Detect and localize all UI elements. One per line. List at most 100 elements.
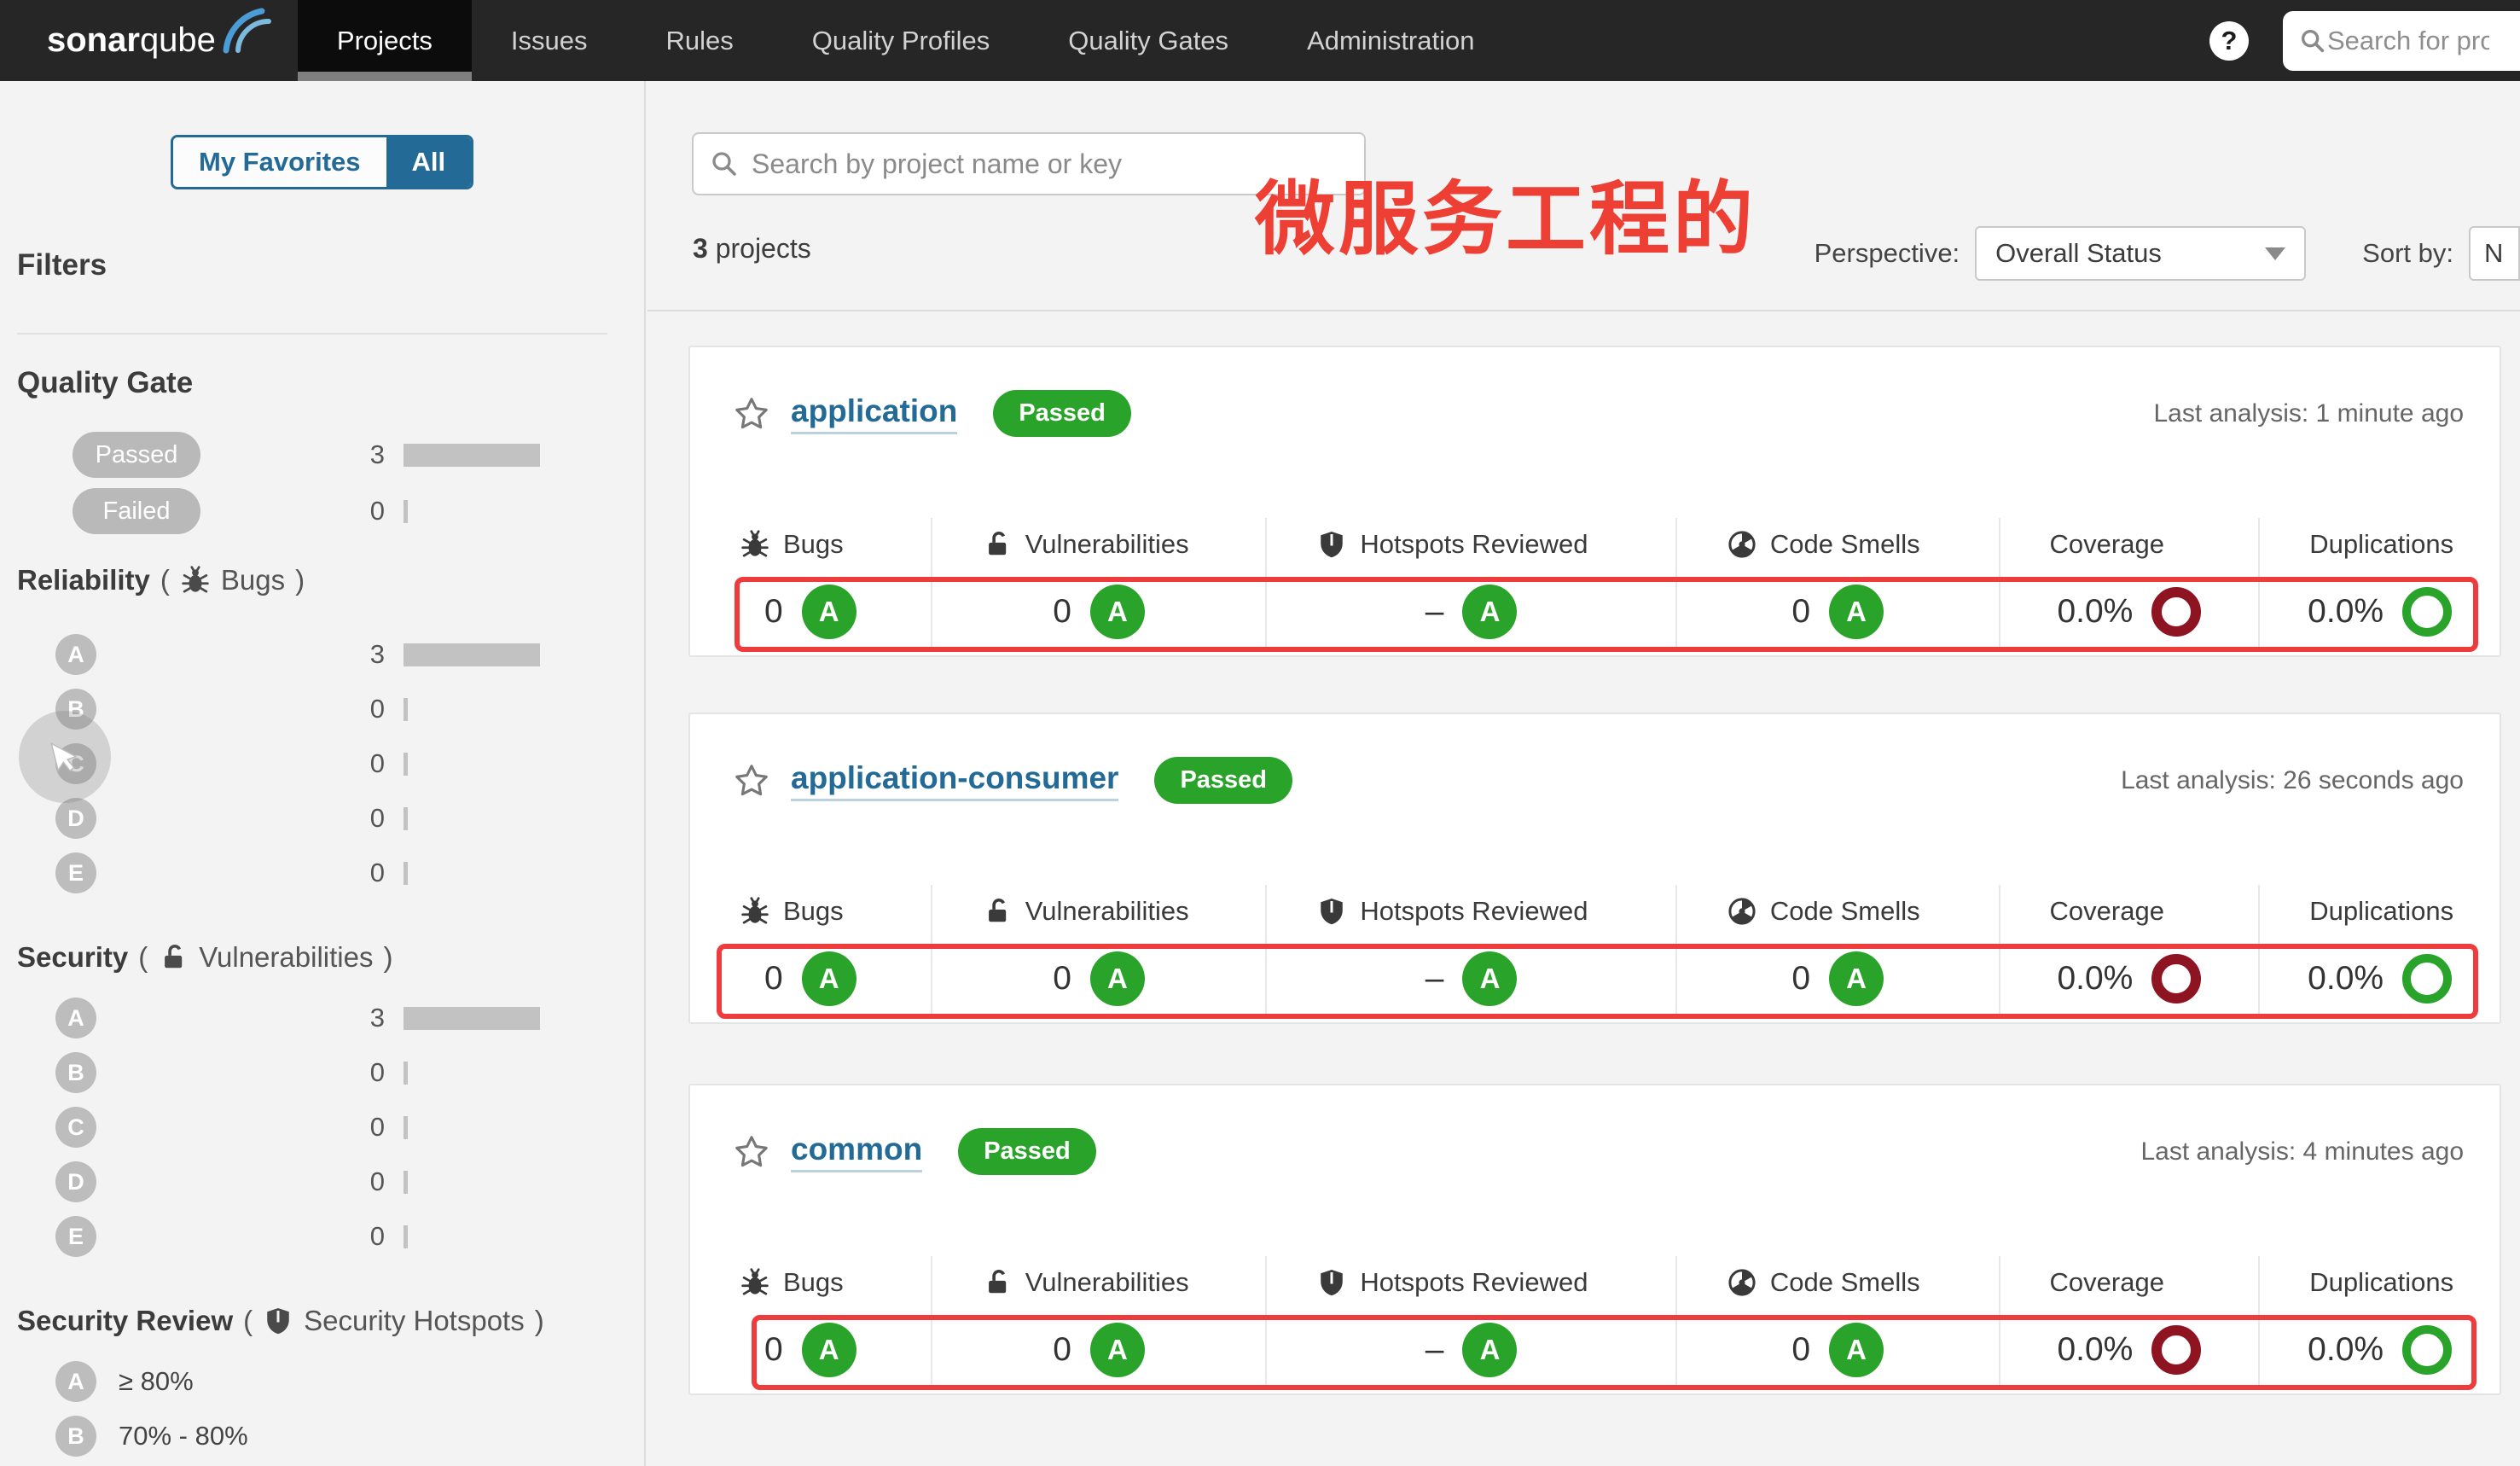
bug-icon <box>740 896 770 927</box>
search-icon <box>2298 26 2327 55</box>
vulnerabilities-rating-badge: A <box>1090 1323 1145 1377</box>
open-lock-icon <box>982 896 1013 927</box>
rating-circle: A <box>55 634 96 675</box>
facet-security-review-b[interactable]: B 70% - 80% <box>0 1409 644 1463</box>
bugs-rating-badge: A <box>802 585 856 639</box>
rating-circle: E <box>55 1216 96 1257</box>
logo-text-sonar: sonar <box>47 21 140 60</box>
code-smells-rating-badge: A <box>1829 585 1884 639</box>
facet-bar <box>404 698 408 721</box>
nav-tab-administration[interactable]: Administration <box>1268 0 1513 81</box>
quality-gate-status-badge: Passed <box>1154 757 1292 804</box>
duplications-ring-icon <box>2402 1325 2452 1375</box>
bugs-value[interactable]: 0 <box>764 593 783 631</box>
coverage-ring-icon <box>2151 954 2201 1004</box>
nav-tab-rules[interactable]: Rules <box>627 0 773 81</box>
duplications-value[interactable]: 0.0% <box>2308 593 2384 631</box>
project-link[interactable]: application-consumer <box>791 760 1118 801</box>
quality-gate-title: Quality Gate <box>17 366 193 400</box>
filters-title: Filters <box>17 248 107 282</box>
facet-security-c[interactable]: C 0 <box>0 1100 644 1155</box>
my-favorites-button[interactable]: My Favorites <box>173 137 386 187</box>
favorite-star-icon[interactable] <box>733 1133 770 1171</box>
rating-circle: B <box>55 1052 96 1093</box>
facet-security-e[interactable]: E 0 <box>0 1209 644 1264</box>
code-smells-rating-badge: A <box>1829 1323 1884 1377</box>
rating-circle: A <box>55 1361 96 1402</box>
facet-security-review-a[interactable]: A ≥ 80% <box>0 1354 644 1409</box>
perspective-select[interactable]: Overall Status <box>1975 226 2306 281</box>
vulnerabilities-rating-badge: A <box>1090 585 1145 639</box>
metrics-row: Bugs 0 A Vulnerabilities 0 A <box>690 518 2500 650</box>
facet-bar <box>404 500 408 523</box>
bug-icon <box>740 529 770 560</box>
rating-circle: E <box>55 852 96 893</box>
perspective-label: Perspective: <box>1815 238 1960 269</box>
duplications-value[interactable]: 0.0% <box>2308 1331 2384 1369</box>
facet-bar <box>404 1062 408 1085</box>
nav-tab-projects[interactable]: Projects <box>298 0 472 81</box>
metrics-row: Bugs 0 A Vulnerabilities 0 A <box>690 885 2500 1017</box>
quality-gate-facet: Passed 3 Failed 0 <box>0 427 644 539</box>
project-link[interactable]: common <box>791 1131 922 1172</box>
facet-reliability-e[interactable]: E 0 <box>0 846 644 900</box>
bugs-value[interactable]: 0 <box>764 1331 783 1369</box>
facet-security-a[interactable]: A 3 <box>0 991 644 1045</box>
duplications-ring-icon <box>2402 954 2452 1004</box>
facet-reliability-a[interactable]: A 3 <box>0 627 644 682</box>
project-link[interactable]: application <box>791 393 957 434</box>
code-smells-value[interactable]: 0 <box>1791 1331 1810 1369</box>
hotspots-rating-badge: A <box>1462 1323 1517 1377</box>
coverage-value[interactable]: 0.0% <box>2057 960 2133 998</box>
mouse-pointer-icon <box>41 733 89 781</box>
duplications-value[interactable]: 0.0% <box>2308 960 2384 998</box>
sort-select[interactable]: N <box>2469 226 2520 281</box>
facet-bar <box>404 643 540 666</box>
bugs-rating-badge: A <box>802 1323 856 1377</box>
bug-icon <box>180 565 211 596</box>
failed-pill: Failed <box>73 488 200 534</box>
favorite-star-icon[interactable] <box>733 762 770 800</box>
global-search-input[interactable] <box>2327 26 2489 56</box>
sort-by-label: Sort by: <box>2362 238 2453 269</box>
security-facet: A 3 B 0 C 0 D 0 E 0 <box>0 991 644 1264</box>
mouse-cursor-highlight <box>19 711 111 803</box>
facet-reliability-d[interactable]: D 0 <box>0 791 644 846</box>
project-card-application: application Passed Last analysis: 1 minu… <box>688 346 2501 657</box>
nav-tab-issues[interactable]: Issues <box>472 0 627 81</box>
bugs-value[interactable]: 0 <box>764 960 783 998</box>
duplications-ring-icon <box>2402 587 2452 637</box>
security-review-title: Security Review ( Security Hotspots ) <box>17 1305 544 1337</box>
coverage-value[interactable]: 0.0% <box>2057 593 2133 631</box>
hotspots-value[interactable]: – <box>1425 1331 1444 1369</box>
hotspots-value[interactable]: – <box>1425 593 1444 631</box>
metric-label-duplications: Duplications <box>2309 529 2453 560</box>
vulnerabilities-rating-badge: A <box>1090 951 1145 1006</box>
favorite-star-icon[interactable] <box>733 395 770 433</box>
facet-quality-gate-passed[interactable]: Passed 3 <box>0 427 644 483</box>
metric-label-bugs: Bugs <box>783 1267 844 1298</box>
security-review-facet: A ≥ 80% B 70% - 80% <box>0 1354 644 1463</box>
coverage-value[interactable]: 0.0% <box>2057 1331 2133 1369</box>
code-smells-rating-badge: A <box>1829 951 1884 1006</box>
vulnerabilities-value[interactable]: 0 <box>1053 1331 1071 1369</box>
global-search-box[interactable] <box>2283 11 2520 71</box>
nav-tab-quality-profiles[interactable]: Quality Profiles <box>773 0 1029 81</box>
rating-circle: D <box>55 1161 96 1202</box>
vulnerabilities-value[interactable]: 0 <box>1053 593 1071 631</box>
facet-bar <box>404 1225 408 1248</box>
facet-quality-gate-failed[interactable]: Failed 0 <box>0 483 644 539</box>
metric-label-vulnerabilities: Vulnerabilities <box>1025 529 1189 560</box>
sonarqube-logo[interactable]: sonarqube <box>0 0 298 81</box>
help-icon[interactable]: ? <box>2209 21 2249 61</box>
nav-tab-quality-gates[interactable]: Quality Gates <box>1029 0 1268 81</box>
all-projects-button[interactable]: All <box>386 137 472 187</box>
facet-security-d[interactable]: D 0 <box>0 1155 644 1209</box>
vulnerabilities-value[interactable]: 0 <box>1053 960 1071 998</box>
metric-label-code-smells: Code Smells <box>1770 1267 1920 1298</box>
hotspots-value[interactable]: – <box>1425 960 1444 998</box>
shield-icon <box>263 1306 293 1336</box>
facet-security-b[interactable]: B 0 <box>0 1045 644 1100</box>
code-smells-value[interactable]: 0 <box>1791 960 1810 998</box>
code-smells-value[interactable]: 0 <box>1791 593 1810 631</box>
